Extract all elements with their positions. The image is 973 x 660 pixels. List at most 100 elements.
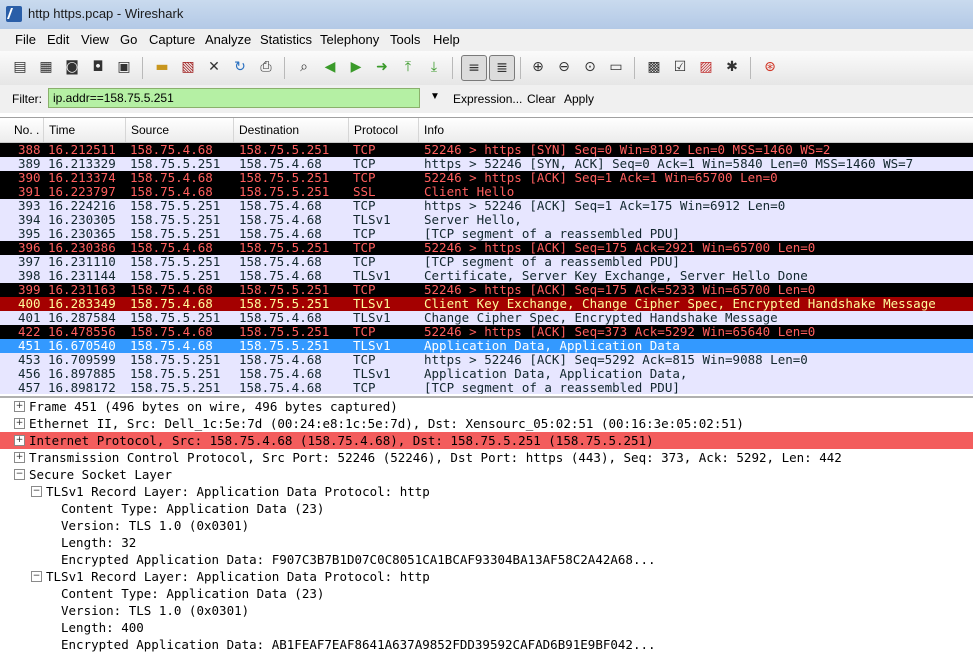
table-row[interactable]: 401 16.287584 158.75.5.251 158.75.4.68 TLSv1… xyxy=(0,311,973,325)
expand-icon[interactable]: + xyxy=(14,435,25,446)
packet-no: 395 xyxy=(18,226,41,241)
capture-options-icon[interactable]: ▦ xyxy=(36,57,56,77)
table-row[interactable]: 394 16.230305 158.75.5.251 158.75.4.68 TLSv1… xyxy=(0,213,973,227)
expression-button[interactable]: Expression... xyxy=(453,92,522,106)
menu-go[interactable]: Go xyxy=(120,32,137,47)
coloring-rules-icon[interactable]: ▨ xyxy=(696,57,716,77)
display-filters-icon[interactable]: ☑ xyxy=(670,57,690,77)
zoom-out-icon[interactable]: ⊖ xyxy=(554,57,574,77)
preferences-icon[interactable]: ✱ xyxy=(722,57,742,77)
table-row[interactable]: 390 16.213374 158.75.4.68 158.75.5.251 TCP 52… xyxy=(0,171,973,185)
menu-tools[interactable]: Tools xyxy=(390,32,420,47)
table-row[interactable]: 422 16.478556 158.75.4.68 158.75.5.251 TCP 52… xyxy=(0,325,973,339)
save-icon[interactable]: ▧ xyxy=(178,57,198,77)
column-header-source[interactable]: Source xyxy=(131,123,169,137)
help-icon[interactable]: ⊛ xyxy=(760,57,780,77)
autoscroll-icon[interactable]: ≣ xyxy=(489,55,515,81)
collapse-icon[interactable]: − xyxy=(14,469,25,480)
open-icon[interactable]: ▬ xyxy=(152,57,172,77)
packet-info: Application Data, Application Data xyxy=(424,338,680,353)
tree-item[interactable]: − TLSv1 Record Layer: Application Data Pr… xyxy=(0,568,973,585)
tree-item[interactable]: − TLSv1 Record Layer: Application Data Pr… xyxy=(0,483,973,500)
print-icon[interactable]: ⎙ xyxy=(256,57,276,77)
packet-no: 398 xyxy=(18,268,41,283)
filter-dropdown-icon[interactable]: ▼ xyxy=(430,91,440,102)
table-row-selected[interactable]: 451 16.670540 158.75.4.68 158.75.5.251 TLSv1… xyxy=(0,339,973,353)
capture-start-icon[interactable]: ◙ xyxy=(62,57,82,77)
colorize-icon[interactable]: ≡ xyxy=(461,55,487,81)
column-header-time[interactable]: Time xyxy=(49,123,75,137)
column-divider[interactable] xyxy=(125,118,126,142)
menu-edit[interactable]: Edit xyxy=(47,32,69,47)
filter-label: Filter: xyxy=(12,92,42,106)
tree-item[interactable]: Version: TLS 1.0 (0x0301) xyxy=(0,602,973,619)
tree-item[interactable]: Content Type: Application Data (23) xyxy=(0,585,973,602)
column-header-no[interactable]: No. . xyxy=(14,123,39,137)
tree-item[interactable]: + Internet Protocol, Src: 158.75.4.68 (15… xyxy=(0,432,973,449)
menu-view[interactable]: View xyxy=(81,32,109,47)
clear-button[interactable]: Clear xyxy=(527,92,556,106)
apply-button[interactable]: Apply xyxy=(564,92,594,106)
goto-icon[interactable]: ➜ xyxy=(372,57,392,77)
forward-icon[interactable]: ▶ xyxy=(346,57,366,77)
tree-item[interactable]: + Ethernet II, Src: Dell_1c:5e:7d (00:24:… xyxy=(0,415,973,432)
menu-capture[interactable]: Capture xyxy=(149,32,195,47)
packet-protocol: TLSv1 xyxy=(353,310,391,325)
last-packet-icon[interactable]: ⤓ xyxy=(424,57,444,77)
close-icon[interactable]: ✕ xyxy=(204,57,224,77)
menu-file[interactable]: File xyxy=(15,32,36,47)
zoom-in-icon[interactable]: ⊕ xyxy=(528,57,548,77)
collapse-icon[interactable]: − xyxy=(31,571,42,582)
menu-statistics[interactable]: Statistics xyxy=(260,32,312,47)
table-row[interactable]: 400 16.283349 158.75.4.68 158.75.5.251 TLSv1… xyxy=(0,297,973,311)
table-row[interactable]: 395 16.230365 158.75.5.251 158.75.4.68 TCP [T… xyxy=(0,227,973,241)
table-row[interactable]: 456 16.897885 158.75.5.251 158.75.4.68 TLSv1… xyxy=(0,367,973,381)
table-row[interactable]: 398 16.231144 158.75.5.251 158.75.4.68 TLSv1… xyxy=(0,269,973,283)
column-divider[interactable] xyxy=(43,118,44,142)
tree-item[interactable]: − Secure Socket Layer xyxy=(0,466,973,483)
column-divider[interactable] xyxy=(233,118,234,142)
collapse-icon[interactable]: − xyxy=(31,486,42,497)
tree-item[interactable]: + Transmission Control Protocol, Src Port… xyxy=(0,449,973,466)
menu-analyze[interactable]: Analyze xyxy=(205,32,251,47)
menu-telephony[interactable]: Telephony xyxy=(320,32,379,47)
column-divider[interactable] xyxy=(348,118,349,142)
display-filter-input[interactable]: ip.addr==158.75.5.251 xyxy=(48,88,420,108)
menu-help[interactable]: Help xyxy=(433,32,460,47)
table-row[interactable]: 457 16.898172 158.75.5.251 158.75.4.68 TCP [T… xyxy=(0,381,973,394)
capture-restart-icon[interactable]: ▣ xyxy=(114,57,134,77)
packet-protocol: TCP xyxy=(353,226,376,241)
column-divider[interactable] xyxy=(418,118,419,142)
table-row[interactable]: 453 16.709599 158.75.5.251 158.75.4.68 TCP ht… xyxy=(0,353,973,367)
table-row[interactable]: 393 16.224216 158.75.5.251 158.75.4.68 TCP ht… xyxy=(0,199,973,213)
first-packet-icon[interactable]: ⤒ xyxy=(398,57,418,77)
column-header-protocol[interactable]: Protocol xyxy=(354,123,398,137)
tree-item[interactable]: Version: TLS 1.0 (0x0301) xyxy=(0,517,973,534)
column-header-destination[interactable]: Destination xyxy=(239,123,299,137)
packet-source: 158.75.5.251 xyxy=(130,380,221,395)
tree-item[interactable]: + Frame 451 (496 bytes on wire, 496 bytes… xyxy=(0,398,973,415)
tree-item[interactable]: Encrypted Application Data: AB1FEAF7EAF8… xyxy=(0,636,973,653)
find-icon[interactable]: ⌕ xyxy=(294,57,314,77)
reload-icon[interactable]: ↻ xyxy=(230,57,250,77)
capture-stop-icon[interactable]: ◘ xyxy=(88,57,108,77)
zoom-normal-icon[interactable]: ⊙ xyxy=(580,57,600,77)
interface-list-icon[interactable]: ▤ xyxy=(10,57,30,77)
tree-item[interactable]: Length: 32 xyxy=(0,534,973,551)
tree-item[interactable]: Length: 400 xyxy=(0,619,973,636)
tree-item[interactable]: Encrypted Application Data: F907C3B7B1D0… xyxy=(0,551,973,568)
table-row[interactable]: 396 16.230386 158.75.4.68 158.75.5.251 TCP 52… xyxy=(0,241,973,255)
column-header-info[interactable]: Info xyxy=(424,123,444,137)
table-row[interactable]: 389 16.213329 158.75.5.251 158.75.4.68 TCP ht… xyxy=(0,157,973,171)
expand-icon[interactable]: + xyxy=(14,418,25,429)
tree-item[interactable]: Content Type: Application Data (23) xyxy=(0,500,973,517)
table-row[interactable]: 388 16.212511 158.75.4.68 158.75.5.251 TCP 52… xyxy=(0,143,973,157)
expand-icon[interactable]: + xyxy=(14,401,25,412)
table-row[interactable]: 399 16.231163 158.75.4.68 158.75.5.251 TCP 52… xyxy=(0,283,973,297)
table-row[interactable]: 391 16.223797 158.75.4.68 158.75.5.251 SSL Cl… xyxy=(0,185,973,199)
back-icon[interactable]: ◀ xyxy=(320,57,340,77)
capture-filters-icon[interactable]: ▩ xyxy=(644,57,664,77)
expand-icon[interactable]: + xyxy=(14,452,25,463)
table-row[interactable]: 397 16.231110 158.75.5.251 158.75.4.68 TCP [T… xyxy=(0,255,973,269)
resize-columns-icon[interactable]: ▭ xyxy=(606,57,626,77)
